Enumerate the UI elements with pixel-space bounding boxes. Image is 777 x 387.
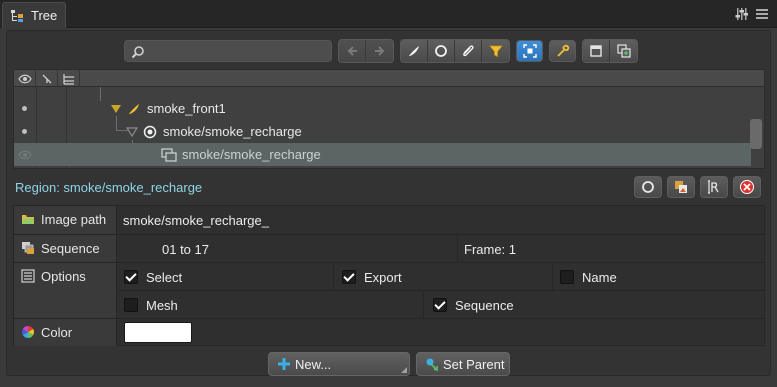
images-button[interactable] — [667, 176, 695, 198]
bone-icon — [129, 103, 139, 114]
sequence-icon — [22, 242, 34, 254]
visibility-column[interactable] — [14, 70, 36, 87]
set-parent-button[interactable]: Set Parent — [416, 352, 510, 376]
image-path-row: Image path smoke/smoke_recharge_ — [14, 206, 764, 235]
sliders-icon[interactable] — [735, 7, 749, 21]
tab-title: Tree — [31, 8, 58, 23]
duplicate-button[interactable] — [610, 39, 637, 62]
focus-button[interactable] — [516, 39, 543, 62]
images-icon — [675, 181, 687, 193]
menu-icon[interactable] — [755, 7, 769, 21]
sequence-frame[interactable]: Frame: 1 — [464, 235, 516, 263]
sequence-label: Sequence — [14, 235, 117, 262]
filter-attachments-button[interactable] — [455, 39, 482, 62]
new-button[interactable]: New... — [268, 352, 410, 376]
tree-row-label: smoke_front1 — [147, 101, 226, 116]
eye-icon[interactable] — [18, 150, 32, 160]
search-input[interactable] — [124, 39, 332, 62]
mesh-checkbox[interactable] — [124, 298, 138, 312]
back-button[interactable] — [339, 39, 366, 62]
color-value[interactable] — [124, 319, 192, 346]
forward-button[interactable] — [366, 39, 393, 62]
slot-icon — [143, 125, 157, 138]
search-icon — [131, 45, 144, 58]
color-row: Color — [14, 319, 764, 346]
funnel-icon — [488, 45, 503, 57]
expand-arrow-icon[interactable] — [110, 103, 122, 115]
tab-tree[interactable]: Tree — [2, 2, 66, 28]
sequence-checkbox[interactable] — [433, 298, 447, 312]
sequence-row: Sequence 01 to 17 Frame: 1 — [14, 235, 764, 263]
keys-column[interactable] — [36, 70, 58, 87]
rename-button[interactable] — [700, 176, 728, 198]
rename-icon — [708, 180, 719, 194]
wrench-icon — [556, 44, 569, 57]
key-icon — [42, 74, 51, 83]
option-name[interactable]: Name — [560, 263, 617, 291]
option-mesh[interactable]: Mesh — [124, 291, 178, 319]
navigation-group — [338, 38, 394, 63]
bone-icon — [409, 45, 419, 56]
tree-row-bone[interactable]: smoke_front1 — [14, 97, 751, 120]
arrow-left-icon — [347, 45, 357, 56]
options-row: Options Select Export Name Mesh Sequence — [14, 263, 764, 319]
slot-icon — [642, 181, 654, 193]
tree-icon — [11, 9, 25, 22]
option-export[interactable]: Export — [342, 263, 402, 291]
collapse-button[interactable] — [583, 39, 610, 62]
tree-row-label: smoke/smoke_recharge — [182, 147, 321, 162]
visibility-toggle[interactable] — [22, 129, 27, 134]
tree-row-region[interactable]: smoke/smoke_recharge — [14, 143, 751, 166]
option-select[interactable]: Select — [124, 263, 182, 291]
region-properties: Image path smoke/smoke_recharge_ Sequenc… — [13, 205, 765, 346]
color-wheel-icon — [21, 326, 35, 338]
select-checkbox[interactable] — [124, 270, 138, 284]
export-checkbox[interactable] — [342, 270, 356, 284]
filter-slots-button[interactable] — [428, 39, 455, 62]
color-label: Color — [14, 319, 117, 346]
image-path-value[interactable]: smoke/smoke_recharge_ — [123, 206, 269, 234]
tree-scrollbar[interactable] — [750, 119, 762, 149]
tab-bar: Tree — [0, 0, 777, 28]
tree-row-slot[interactable]: smoke/smoke_recharge — [14, 120, 751, 143]
delete-icon — [740, 180, 754, 194]
panel-options[interactable] — [735, 7, 769, 21]
slot-icon — [435, 44, 447, 57]
folder-icon — [22, 215, 34, 224]
image-path-label: Image path — [14, 206, 117, 234]
tree-view: smoke_front1 smoke/smoke_recharge smoke/… — [13, 69, 765, 169]
filter-group — [400, 38, 510, 63]
name-checkbox[interactable] — [560, 270, 574, 284]
tree-header — [14, 70, 764, 87]
tree-row-label: smoke/smoke_recharge — [163, 124, 302, 139]
paperclip-icon — [463, 44, 474, 56]
sequence-range[interactable]: 01 to 17 — [162, 235, 209, 263]
copy-group — [582, 38, 638, 63]
eye-icon — [17, 74, 32, 83]
plus-icon — [278, 358, 290, 370]
set-parent-icon — [426, 358, 438, 371]
tree-toolbar — [124, 38, 638, 63]
window-icon — [590, 44, 602, 57]
option-sequence[interactable]: Sequence — [433, 291, 514, 319]
expand-arrow-icon[interactable] — [126, 126, 138, 138]
options-label: Options — [14, 263, 117, 318]
duplicate-icon — [616, 43, 631, 58]
visibility-toggle[interactable] — [22, 106, 27, 111]
delete-button[interactable] — [733, 176, 761, 198]
hierarchy-column[interactable] — [58, 70, 80, 87]
settings-button[interactable] — [549, 39, 576, 62]
arrow-right-icon — [374, 45, 384, 56]
filter-bones-button[interactable] — [401, 39, 428, 62]
filter-button[interactable] — [482, 39, 509, 62]
region-icon — [161, 147, 177, 162]
focus-icon — [522, 43, 537, 58]
color-swatch[interactable] — [124, 322, 192, 343]
region-actions — [634, 176, 761, 198]
region-title: Region: smoke/smoke_recharge — [15, 180, 203, 195]
hierarchy-icon — [62, 73, 74, 85]
options-icon — [21, 269, 35, 283]
set-slot-button[interactable] — [634, 176, 662, 198]
dropdown-corner-icon — [401, 367, 407, 373]
